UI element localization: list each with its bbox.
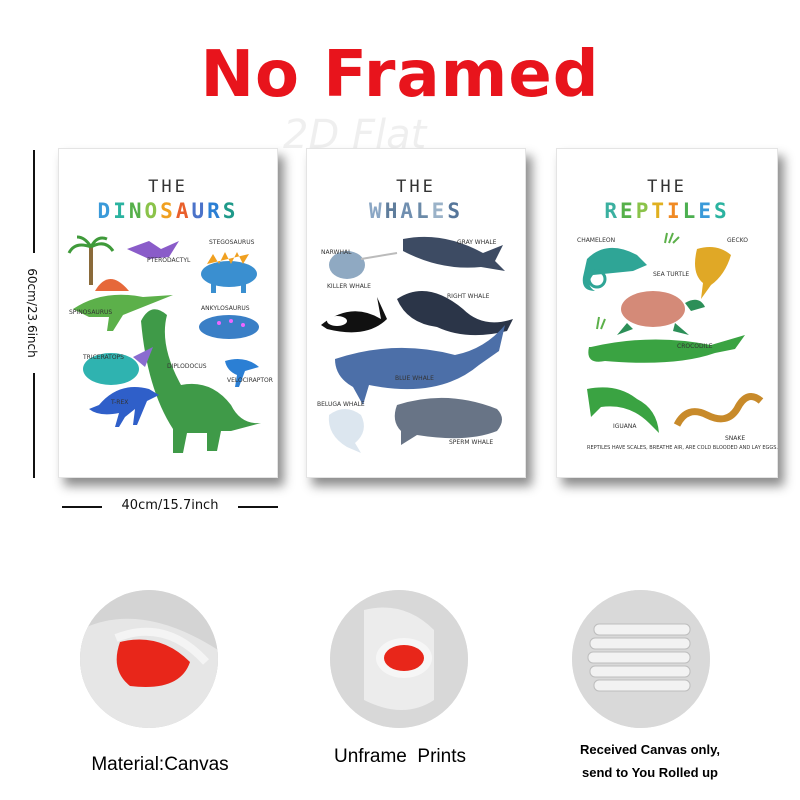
poster-title: DINOSAURS [97,199,239,223]
poster-whales: THE WHALES NARWHAL GRAY WHALE KILLER WHA… [306,148,526,478]
caption-material: Material:Canvas [91,754,229,775]
poster-dinosaurs: THE DINOSAURS PTERODACTYL STEGOSAURUS SP… [58,148,278,478]
caption-received-line2: send to You Rolled up [581,765,719,780]
label-triceratops: TRICERATOPS [83,354,124,361]
label-crocodile: CROCODILE [677,343,713,350]
label-pterodactyl: PTERODACTYL [147,257,191,264]
width-dimension-label: 40cm/15.7inch [102,498,238,513]
poster-the: THE [148,177,188,197]
label-right-whale: RIGHT WHALE [447,293,490,300]
label-ankylosaurus: ANKYLOSAURUS [201,305,250,312]
label-diplodocus: DIPLODOCUS [167,363,207,370]
label-sea-turtle: SEA TURTLE [653,271,690,278]
headline: No Framed [200,38,600,112]
label-stegosaurus: STEGOSAURUS [209,239,255,246]
poster-title: REPTILES [604,199,730,223]
label-killer-whale: KILLER WHALE [327,283,371,290]
poster-title: WHALES [369,199,463,223]
label-narwhal: NARWHAL [321,249,352,256]
caption-received-line1: Received Canvas only, [580,742,720,757]
unframed-roll-photo [330,590,468,728]
label-blue-whale: BLUE WHALE [395,375,434,382]
label-spinosaurus: SPINOSAURUS [69,309,113,316]
label-iguana: IGUANA [613,423,637,430]
label-beluga-whale: BELUGA WHALE [317,401,365,408]
label-gray-whale: GRAY WHALE [457,239,497,246]
rolled-canvases-photo [572,590,710,728]
caption-unframe: Unframe Prints [334,746,466,767]
reptiles-footnote: REPTILES HAVE SCALES, BREATHE AIR, ARE C… [587,445,779,451]
label-t-rex: T-REX [111,399,129,406]
canvas-material-photo [80,590,218,728]
label-snake: SNAKE [725,435,746,442]
poster-the: THE [647,177,687,197]
poster-reptiles: THE REPTILES CHAMELEON GECKO SEA TURTLE … [556,148,778,478]
poster-the: THE [396,177,436,197]
height-dimension-label: 60cm/23.6inch [25,253,39,373]
dinosaur-illustrations [67,235,261,453]
label-sperm-whale: SPERM WHALE [449,439,494,446]
label-velociraptor: VELOCIRAPTOR [227,377,273,384]
label-chameleon: CHAMELEON [577,237,616,244]
label-gecko: GECKO [727,237,748,244]
